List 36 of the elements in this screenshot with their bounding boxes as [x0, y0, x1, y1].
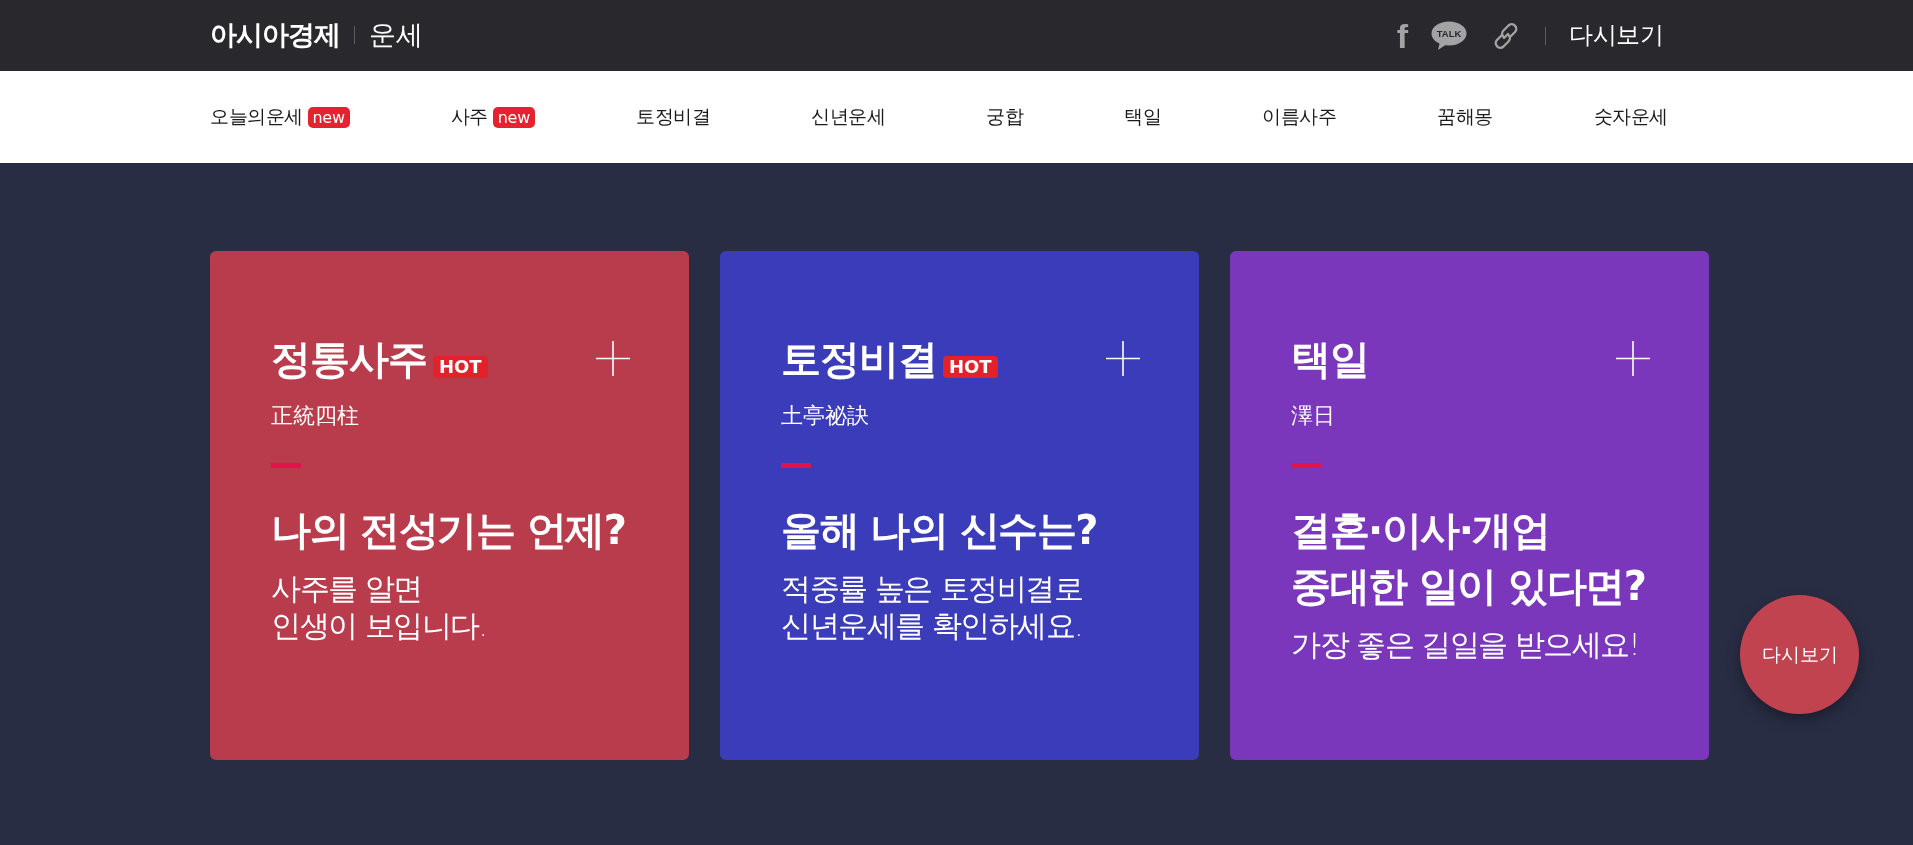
new-badge: new	[492, 106, 535, 128]
card-title: 토정비결	[781, 335, 937, 383]
nav-item[interactable]: 사주 new	[450, 104, 535, 130]
replay-link[interactable]: 다시보기	[1569, 21, 1663, 50]
card-description: 적중률 높은 토정비결로 신년운세를 확인하세요.	[781, 570, 1084, 644]
nav-item[interactable]: 신년운세	[811, 104, 886, 130]
card-title: 정통사주	[271, 335, 427, 383]
card-hanja: 土亭祕訣	[781, 402, 870, 430]
fortune-card[interactable]: 택일 澤日 결혼·이사·개업 중대한 일이 있다면? 가장 좋은 길일을 받으세요!	[1230, 251, 1709, 760]
nav-item[interactable]: 택일	[1124, 104, 1162, 130]
card-headline: 올해 나의 신수는?	[781, 506, 1099, 555]
fortune-card[interactable]: 정통사주 HOT 正統四柱 나의 전성기는 언제? 사주를 알면 인생이 보입니다.	[210, 251, 689, 760]
card-description: 사주를 알면 인생이 보입니다.	[271, 570, 488, 644]
nav-item[interactable]: 숫자운세	[1593, 104, 1668, 130]
card-headline: 결혼·이사·개업 중대한 일이 있다면?	[1291, 506, 1647, 611]
plus-icon[interactable]	[596, 341, 630, 376]
site-logo[interactable]: 아시아경제	[210, 19, 340, 52]
nav-item[interactable]: 이름사주	[1262, 104, 1337, 130]
section-title[interactable]: 운세	[369, 19, 423, 52]
nav-item[interactable]: 꿈해몽	[1437, 104, 1493, 130]
plus-icon[interactable]	[1616, 341, 1650, 376]
hot-badge: HOT	[943, 356, 998, 378]
nav-item[interactable]: 궁합	[986, 104, 1024, 130]
new-badge: new	[307, 106, 350, 128]
card-headline: 나의 전성기는 언제?	[271, 506, 627, 555]
facebook-icon[interactable]: f	[1396, 18, 1408, 53]
card-description: 가장 좋은 길일을 받으세요!	[1291, 626, 1641, 663]
plus-icon[interactable]	[1106, 341, 1140, 376]
card-hanja: 正統四柱	[271, 402, 360, 430]
card-title: 택일	[1291, 335, 1369, 383]
nav-item[interactable]: 오늘의운세 new	[210, 104, 350, 130]
replay-button[interactable]: 다시보기	[1740, 595, 1859, 714]
fortune-card[interactable]: 토정비결 HOT 土亭祕訣 올해 나의 신수는? 적중률 높은 토정비결로 신년운세를 확인하세요.	[720, 251, 1199, 760]
nav-item[interactable]: 토정비결	[636, 104, 710, 130]
hot-badge: HOT	[433, 356, 488, 378]
card-hanja: 澤日	[1291, 402, 1336, 430]
